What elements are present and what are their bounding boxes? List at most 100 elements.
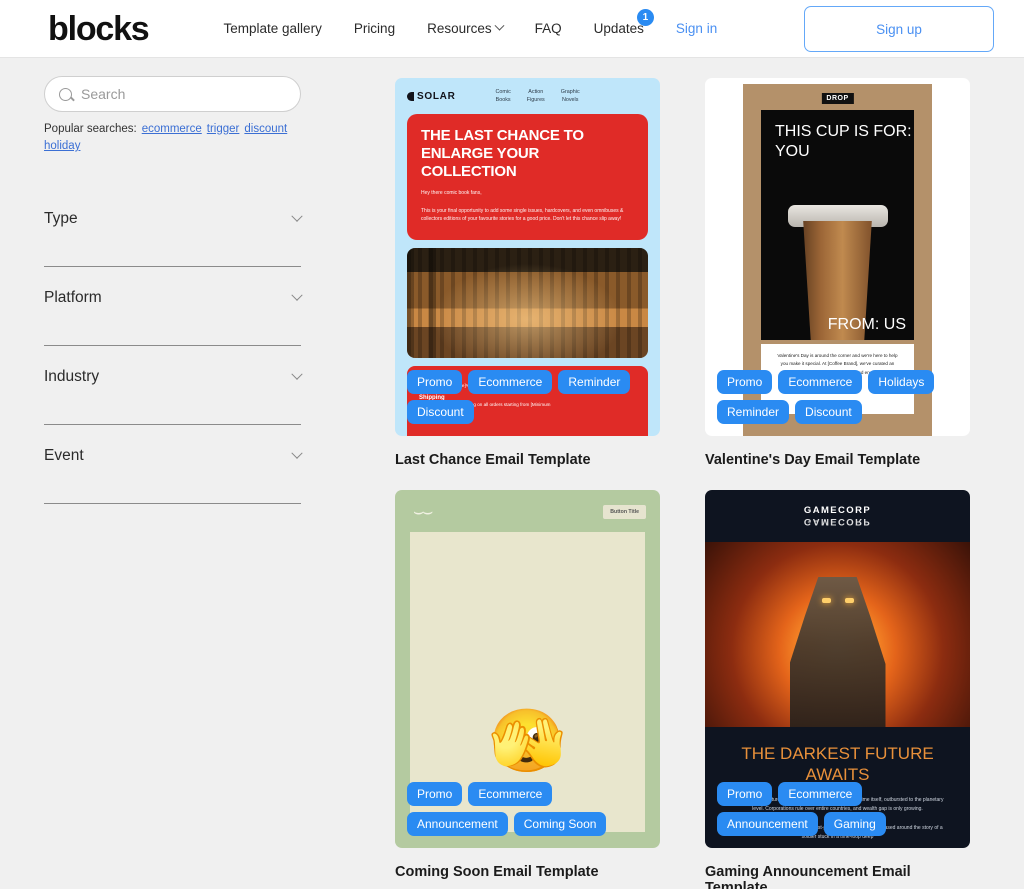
tag-ecommerce[interactable]: Ecommerce: [778, 782, 863, 806]
preview-button[interactable]: Button Title: [603, 505, 646, 519]
filter-section-type[interactable]: Type: [44, 188, 303, 228]
chevron-down-icon: [291, 368, 303, 380]
template-card[interactable]: DROP THIS CUP IS FOR: YOU FROM: US Valen…: [705, 78, 970, 468]
nav-label: Sign in: [675, 21, 718, 36]
sign-up-button[interactable]: Sign up: [804, 6, 994, 52]
popular-searches: Popular searches: ecommerce trigger disc…: [44, 123, 301, 152]
preview-nav: SOLAR Comic Books Action Figures Graphic: [407, 88, 648, 104]
popular-search-ecommerce[interactable]: ecommerce: [142, 123, 202, 135]
popular-search-discount[interactable]: discount: [244, 123, 287, 135]
tag-promo[interactable]: Promo: [717, 370, 773, 394]
preview-nav: ⌣⌣ Button Title: [395, 490, 660, 522]
tag-list: Promo Ecommerce Holidays Reminder Discou…: [717, 370, 964, 424]
tag-promo[interactable]: Promo: [407, 370, 463, 394]
nav-item-updates[interactable]: Updates 1: [593, 9, 654, 36]
nav-line-2: Books: [495, 97, 511, 104]
search-box[interactable]: [44, 76, 301, 112]
preview-body: This is your final opportunity to add so…: [421, 207, 624, 223]
nav-item-resources[interactable]: Resources: [427, 20, 505, 36]
preview-nav-links: Comic Books Action Figures Graphic Novel…: [496, 88, 580, 104]
glowing-eyes-icon: [821, 598, 854, 603]
nav-line-2: Novels: [561, 97, 579, 104]
preview-greeting: Hey there comic book fans,: [421, 190, 482, 197]
nav-label: FAQ: [534, 21, 562, 36]
preview-from-label: FROM: US: [827, 316, 906, 333]
template-card[interactable]: GAMECORP GAMECORP THE DARKEST FUTURE AWA…: [705, 490, 970, 889]
preview-nav-link: Action Figures: [527, 88, 545, 104]
template-preview[interactable]: DROP THIS CUP IS FOR: YOU FROM: US Valen…: [705, 78, 970, 436]
preview-heading: THE LAST CHANCE TO ENLARGE YOUR COLLECTI…: [421, 127, 584, 180]
tag-reminder[interactable]: Reminder: [558, 370, 631, 394]
filter-label: Event: [44, 447, 84, 464]
preview-heading: THE DARKEST FUTURE AWAITS: [741, 744, 934, 785]
template-card[interactable]: ⌣⌣ Button Title 🫣 Promo Ecommerce Announ…: [395, 490, 660, 889]
template-preview[interactable]: GAMECORP GAMECORP THE DARKEST FUTURE AWA…: [705, 490, 970, 848]
tag-announcement[interactable]: Announcement: [717, 812, 818, 836]
tag-coming-soon[interactable]: Coming Soon: [513, 812, 607, 836]
filter-label: Platform: [44, 289, 102, 306]
nav-line-1: Graphic: [560, 89, 580, 95]
tag-promo[interactable]: Promo: [407, 782, 463, 806]
nav-item-faq[interactable]: FAQ: [535, 21, 562, 36]
search-input[interactable]: [81, 86, 286, 102]
bookstore-photo: [407, 247, 648, 358]
preview-nav-link: Comic Books: [496, 88, 511, 104]
tag-discount[interactable]: Discount: [407, 400, 474, 424]
tag-ecommerce[interactable]: Ecommerce: [468, 370, 553, 394]
template-preview[interactable]: ⌣⌣ Button Title 🫣 Promo Ecommerce Announ…: [395, 490, 660, 848]
preview-brand: SOLAR: [407, 91, 456, 102]
template-title[interactable]: Valentine's Day Email Template: [705, 452, 970, 468]
updates-badge: 1: [636, 9, 654, 26]
tag-ecommerce[interactable]: Ecommerce: [468, 782, 553, 806]
tag-announcement[interactable]: Announcement: [407, 812, 508, 836]
filter-label: Industry: [44, 368, 100, 385]
tag-ecommerce[interactable]: Ecommerce: [778, 370, 863, 394]
tag-list: Promo Ecommerce Announcement Gaming: [717, 782, 964, 836]
search-icon: [59, 87, 72, 101]
nav-item-template-gallery[interactable]: Template gallery: [224, 21, 322, 36]
nav-item-sign-in[interactable]: Sign in: [676, 21, 717, 36]
tag-reminder[interactable]: Reminder: [717, 400, 790, 424]
nav-line-1: Action: [528, 89, 544, 95]
popular-searches-label: Popular searches:: [44, 123, 137, 135]
filter-section-platform[interactable]: Platform: [44, 267, 303, 307]
tag-gaming[interactable]: Gaming: [823, 812, 886, 836]
template-grid: SOLAR Comic Books Action Figures Graphic: [345, 58, 1024, 889]
template-title[interactable]: Last Chance Email Template: [395, 452, 660, 468]
filter-section-industry[interactable]: Industry: [44, 346, 303, 386]
nav-item-pricing[interactable]: Pricing: [354, 21, 395, 36]
chevron-down-icon: [291, 210, 303, 222]
tag-list: Promo Ecommerce Reminder Discount: [407, 370, 654, 424]
tag-discount[interactable]: Discount: [795, 400, 862, 424]
preview-brand-mirror: GAMECORP: [803, 515, 872, 527]
preview-nav-link: Graphic Novels: [561, 88, 580, 104]
preview-heading: THIS CUP IS FOR: YOU: [775, 123, 912, 160]
template-title[interactable]: Coming Soon Email Template: [395, 864, 660, 880]
nav-line-1: Comic: [495, 89, 511, 95]
template-card[interactable]: SOLAR Comic Books Action Figures Graphic: [395, 78, 660, 468]
tag-holidays[interactable]: Holidays: [868, 370, 935, 394]
main-navigation: Template gallery Pricing Resources FAQ U…: [224, 9, 717, 36]
popular-search-holiday[interactable]: holiday: [44, 140, 80, 152]
site-logo[interactable]: blocks: [48, 12, 150, 46]
tag-promo[interactable]: Promo: [717, 782, 773, 806]
popular-search-trigger[interactable]: trigger: [207, 123, 240, 135]
sci-fi-soldier-photo: [705, 542, 970, 727]
template-preview[interactable]: SOLAR Comic Books Action Figures Graphic: [395, 78, 660, 436]
chevron-down-icon: [291, 447, 303, 459]
filters-sidebar: Popular searches: ecommerce trigger disc…: [0, 58, 345, 889]
nav-label: Updates: [593, 21, 644, 36]
nav-label: Resources: [427, 21, 492, 36]
nav-label: Pricing: [353, 21, 396, 36]
filter-label: Type: [44, 210, 78, 227]
chevron-down-icon: [291, 289, 303, 301]
preview-brand: GAMECORP GAMECORP: [803, 506, 872, 527]
peeking-face-emoji-icon: 🫣: [488, 707, 567, 776]
filter-section-event[interactable]: Event: [44, 425, 303, 465]
template-title[interactable]: Gaming Announcement Email Template: [705, 864, 970, 889]
nav-label: Template gallery: [223, 21, 322, 36]
nav-line-2: Figures: [526, 97, 545, 104]
filter-list: Type Platform Industry Event: [44, 188, 303, 504]
preview-nav: GAMECORP GAMECORP: [705, 490, 970, 542]
preview-brand-label: SOLAR: [417, 90, 456, 102]
